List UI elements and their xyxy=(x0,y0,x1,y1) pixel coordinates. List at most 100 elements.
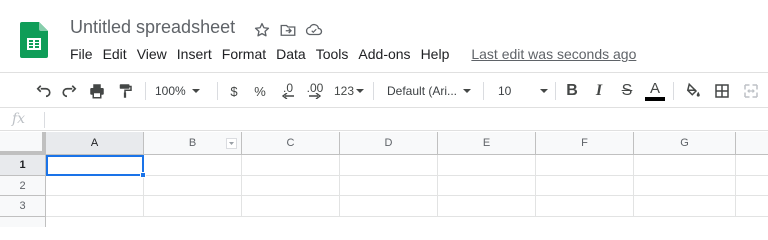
redo-icon[interactable] xyxy=(59,79,81,103)
toolbar-divider xyxy=(673,82,674,100)
bold-button[interactable]: B xyxy=(564,79,580,103)
font-size-select[interactable]: 10 xyxy=(498,79,548,103)
font-family-select[interactable]: Default (Ari... xyxy=(387,79,475,103)
app-header: Untitled spreadsheet File Edit View Inse… xyxy=(0,0,768,70)
zoom-value: 100% xyxy=(155,84,186,98)
chevron-down-icon xyxy=(191,89,200,93)
row-header-3[interactable]: 3 xyxy=(0,196,46,217)
text-color-letter: A xyxy=(649,79,660,97)
cell-c2[interactable] xyxy=(242,176,340,196)
increase-decimal-label: .00 xyxy=(306,81,324,95)
strikethrough-button[interactable]: S xyxy=(619,79,635,103)
column-header-d[interactable]: D xyxy=(340,132,438,155)
cell-b3[interactable] xyxy=(144,196,242,217)
menu-bar: File Edit View Insert Format Data Tools … xyxy=(70,46,636,62)
column-header-e[interactable]: E xyxy=(438,132,536,155)
fx-icon: fx xyxy=(12,111,26,127)
move-to-folder-icon[interactable] xyxy=(278,20,298,40)
cell-d3[interactable] xyxy=(340,196,438,217)
chevron-down-icon xyxy=(540,89,548,93)
cell-e2[interactable] xyxy=(438,176,536,196)
column-header-b[interactable]: B xyxy=(144,132,242,155)
select-all-corner[interactable] xyxy=(0,132,46,155)
decrease-decimal-button[interactable]: .0 xyxy=(278,79,298,103)
cell-h2[interactable] xyxy=(736,176,768,196)
menu-edit[interactable]: Edit xyxy=(103,46,137,62)
menu-format[interactable]: Format xyxy=(222,46,276,62)
font-family-value: Default (Ari... xyxy=(387,84,458,98)
menu-data[interactable]: Data xyxy=(276,46,316,62)
fill-color-icon[interactable] xyxy=(683,79,703,103)
column-menu-icon[interactable] xyxy=(226,138,237,149)
undo-icon[interactable] xyxy=(32,79,54,103)
toolbar-divider xyxy=(555,82,556,100)
row-header-2[interactable]: 2 xyxy=(0,176,46,196)
formula-divider xyxy=(44,112,45,128)
toolbar-divider xyxy=(373,82,374,100)
last-edit-link[interactable]: Last edit was seconds ago xyxy=(471,46,636,62)
column-header-a[interactable]: A xyxy=(46,132,144,155)
spreadsheet-grid: A B C D E F G 1 2 3 xyxy=(0,132,768,227)
borders-icon[interactable] xyxy=(712,79,732,103)
cell-f1[interactable] xyxy=(536,155,634,176)
formula-input[interactable] xyxy=(50,111,760,129)
menu-file[interactable]: File xyxy=(70,46,103,62)
sheets-logo-icon[interactable] xyxy=(20,22,48,58)
cell-d2[interactable] xyxy=(340,176,438,196)
row-header-1[interactable]: 1 xyxy=(0,155,46,176)
print-icon[interactable] xyxy=(86,79,108,103)
merge-cells-icon[interactable] xyxy=(741,79,761,103)
toolbar: 100% $ % .0 .00 123 Default (Ari... 10 B… xyxy=(0,72,768,108)
cell-g2[interactable] xyxy=(634,176,736,196)
toolbar-divider xyxy=(145,82,146,100)
cell-f2[interactable] xyxy=(536,176,634,196)
menu-view[interactable]: View xyxy=(137,46,177,62)
menu-help[interactable]: Help xyxy=(421,46,460,62)
cell-c3[interactable] xyxy=(242,196,340,217)
column-header-c[interactable]: C xyxy=(242,132,340,155)
cell-d1[interactable] xyxy=(340,155,438,176)
cell-e3[interactable] xyxy=(438,196,536,217)
row-header-4[interactable] xyxy=(0,217,46,227)
formula-bar: fx xyxy=(0,109,768,131)
cell-a3[interactable] xyxy=(46,196,144,217)
cell-g1[interactable] xyxy=(634,155,736,176)
menu-insert[interactable]: Insert xyxy=(177,46,222,62)
column-header-g[interactable]: G xyxy=(634,132,736,155)
currency-format-button[interactable]: $ xyxy=(226,79,242,103)
decrease-decimal-label: .0 xyxy=(282,81,293,95)
column-header-b-label: B xyxy=(188,137,197,149)
zoom-select[interactable]: 100% xyxy=(155,79,211,103)
font-size-value: 10 xyxy=(498,84,512,98)
cloud-saved-icon[interactable] xyxy=(304,20,324,40)
cell-b2[interactable] xyxy=(144,176,242,196)
document-title[interactable]: Untitled spreadsheet xyxy=(70,17,235,38)
cell-h1[interactable] xyxy=(736,155,768,176)
title-actions xyxy=(252,20,324,40)
text-color-button[interactable]: A xyxy=(645,79,665,103)
menu-addons[interactable]: Add-ons xyxy=(358,46,420,62)
chevron-down-icon xyxy=(463,89,472,93)
cell-b1[interactable] xyxy=(144,155,242,176)
cell-h3[interactable] xyxy=(736,196,768,217)
toolbar-divider xyxy=(217,82,218,100)
toolbar-divider xyxy=(483,82,484,100)
cell-e1[interactable] xyxy=(438,155,536,176)
star-icon[interactable] xyxy=(252,20,272,40)
text-color-swatch xyxy=(645,96,665,101)
cell-g3[interactable] xyxy=(634,196,736,217)
cell-a2[interactable] xyxy=(46,176,144,196)
more-formats-button[interactable]: 123 xyxy=(332,79,366,103)
italic-button[interactable]: I xyxy=(591,79,607,103)
cell-c1[interactable] xyxy=(242,155,340,176)
cell-f3[interactable] xyxy=(536,196,634,217)
cell-a1[interactable] xyxy=(46,155,144,176)
menu-tools[interactable]: Tools xyxy=(316,46,359,62)
more-formats-label: 123 xyxy=(333,84,355,98)
percent-format-button[interactable]: % xyxy=(252,79,268,103)
column-header-h[interactable] xyxy=(736,132,768,155)
increase-decimal-button[interactable]: .00 xyxy=(304,79,326,103)
paint-format-icon[interactable] xyxy=(114,79,136,103)
chevron-down-icon xyxy=(356,89,365,93)
column-header-f[interactable]: F xyxy=(536,132,634,155)
